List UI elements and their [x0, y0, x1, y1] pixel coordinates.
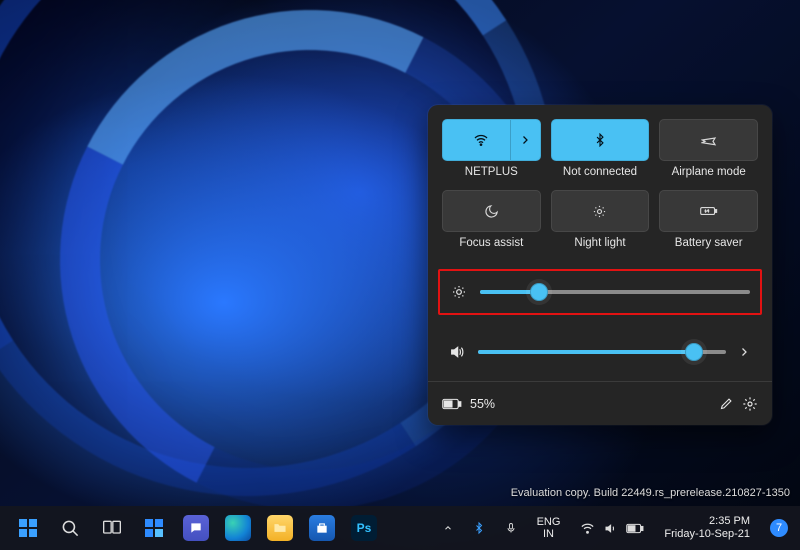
- airplane-icon: [701, 132, 717, 148]
- tile-airplane: Airplane mode: [659, 119, 758, 180]
- widgets-button[interactable]: [134, 508, 174, 548]
- battery-percent-text: 55%: [470, 397, 495, 411]
- language-switcher[interactable]: ENGIN: [531, 512, 567, 544]
- night-light-label: Night light: [574, 238, 625, 251]
- store-button[interactable]: [302, 508, 342, 548]
- tile-wifi: NETPLUS: [442, 119, 541, 180]
- battery-saver-toggle[interactable]: [659, 190, 758, 232]
- tray-microphone-icon[interactable]: [499, 512, 523, 544]
- taskbar-pinned-apps: Ps: [8, 508, 384, 548]
- brightness-slider-thumb[interactable]: [530, 283, 548, 301]
- taskbar: Ps ENGIN 2:35 PMFriday-10-Sep-21 7: [0, 506, 800, 550]
- photoshop-button[interactable]: Ps: [344, 508, 384, 548]
- brightness-slider-row: [444, 273, 756, 311]
- wifi-icon: [473, 132, 489, 148]
- night-light-toggle[interactable]: [551, 190, 650, 232]
- night-light-icon: [592, 204, 607, 219]
- system-tray: ENGIN 2:35 PMFriday-10-Sep-21 7: [437, 506, 794, 550]
- notification-count-badge: 7: [770, 519, 788, 537]
- start-button[interactable]: [8, 508, 48, 548]
- tray-volume-icon: [603, 521, 618, 536]
- tile-battery-saver: Battery saver: [659, 190, 758, 251]
- quick-settings-tile-grid: NETPLUS Not connected Airplane mode: [442, 119, 758, 251]
- file-explorer-button[interactable]: [260, 508, 300, 548]
- edit-quick-settings-button[interactable]: [718, 396, 734, 412]
- edge-button[interactable]: [218, 508, 258, 548]
- search-button[interactable]: [50, 508, 90, 548]
- volume-slider-thumb[interactable]: [685, 343, 703, 361]
- wifi-expand-button[interactable]: [510, 120, 540, 160]
- bluetooth-toggle[interactable]: [551, 119, 650, 161]
- tray-battery-icon: [626, 523, 644, 534]
- quick-settings-flyout: NETPLUS Not connected Airplane mode: [428, 105, 772, 425]
- clock-button[interactable]: 2:35 PMFriday-10-Sep-21: [658, 512, 756, 544]
- quick-settings-tray-button[interactable]: [574, 512, 650, 544]
- notifications-button[interactable]: 7: [764, 512, 794, 544]
- airplane-label: Airplane mode: [672, 167, 746, 180]
- tile-night-light: Night light: [551, 190, 650, 251]
- battery-saver-icon: [700, 204, 718, 218]
- volume-icon: [448, 344, 466, 360]
- quick-settings-footer: 55%: [428, 381, 772, 425]
- volume-slider[interactable]: [478, 350, 726, 354]
- open-settings-button[interactable]: [742, 396, 758, 412]
- battery-saver-label: Battery saver: [675, 238, 743, 251]
- tile-focus-assist: Focus assist: [442, 190, 541, 251]
- tray-overflow-button[interactable]: [437, 512, 459, 544]
- chat-button[interactable]: [176, 508, 216, 548]
- tray-wifi-icon: [580, 521, 595, 536]
- annotation-highlight: [438, 269, 762, 315]
- evaluation-build-watermark: Evaluation copy. Build 22449.rs_prerelea…: [511, 486, 790, 500]
- sliders-section: [442, 269, 758, 371]
- brightness-icon: [450, 284, 468, 300]
- volume-expand-button[interactable]: [738, 346, 752, 358]
- wifi-label: NETPLUS: [465, 167, 518, 180]
- focus-assist-toggle[interactable]: [442, 190, 541, 232]
- focus-assist-label: Focus assist: [459, 238, 523, 251]
- bluetooth-label: Not connected: [563, 167, 637, 180]
- volume-slider-row: [442, 333, 758, 371]
- moon-icon: [484, 204, 499, 219]
- brightness-slider[interactable]: [480, 290, 750, 294]
- battery-status-icon: [442, 398, 462, 410]
- wifi-toggle[interactable]: [442, 119, 541, 161]
- bluetooth-icon: [593, 133, 607, 147]
- tile-bluetooth: Not connected: [551, 119, 650, 180]
- tray-bluetooth-icon[interactable]: [467, 512, 491, 544]
- task-view-button[interactable]: [92, 508, 132, 548]
- airplane-mode-toggle[interactable]: [659, 119, 758, 161]
